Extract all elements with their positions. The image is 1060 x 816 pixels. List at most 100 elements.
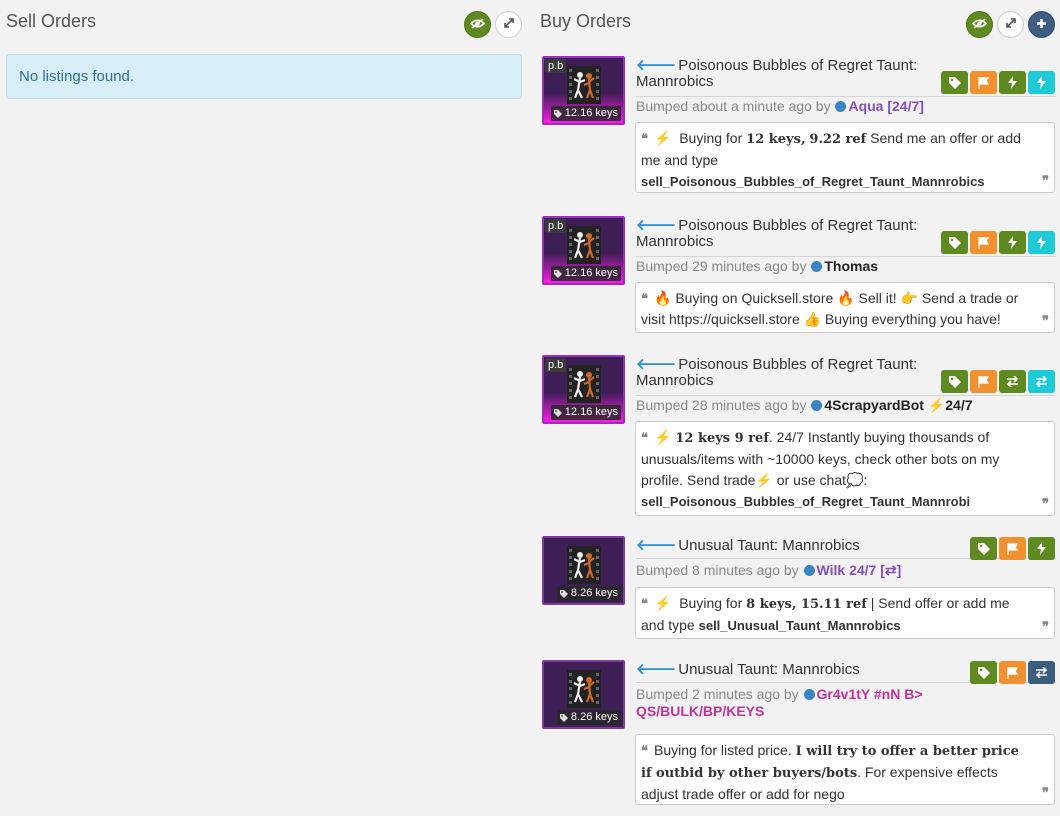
quote-bold: 12 keys [746,132,801,147]
quality-tag: p.b [545,59,567,73]
bumped-text: Bumped 29 minutes ago by [636,258,807,274]
listing-comment: ❝ ⚡ Buying for 12 keys, 9.22 ref Send me … [635,122,1055,193]
exchange-icon [1006,376,1019,387]
quote-bold: , [800,132,806,147]
price-tag-button[interactable] [970,537,997,560]
price-tag-button[interactable] [941,370,968,393]
instant-trade-button[interactable] [1028,537,1055,560]
bumped-text: Bumped 2 minutes ago by [636,686,799,702]
instant-trade-button[interactable] [1028,231,1055,254]
price-text: 12.16 keys [564,267,618,279]
item-thumbnail[interactable]: 8.26 keys [542,536,625,605]
tag-icon [553,408,562,417]
listing-actions [941,370,1055,393]
quote-open-icon: ❝ [641,743,648,758]
bumped-text: Bumped 28 minutes ago by [636,397,807,413]
expand-icon [503,16,515,34]
report-button[interactable] [999,537,1026,560]
price-badge: 12.16 keys [550,405,621,420]
item-title[interactable]: 🡐 Unusual Taunt: Mannrobics [636,538,936,554]
trade-offer-button[interactable] [1028,370,1055,393]
report-button[interactable] [970,71,997,94]
price-badge: 8.26 keys [556,586,621,601]
instant-trade-button[interactable] [999,71,1026,94]
bumped-info: Bumped about a minute ago by Aqua [24/7] [636,98,924,115]
user-link[interactable]: Aqua [24/7] [848,98,923,114]
user-link[interactable]: Thomas [824,258,878,274]
item-title-text: Poisonous Bubbles of Regret Taunt: Mannr… [636,217,918,250]
bolt-icon [1037,236,1046,249]
item-title-text: Unusual Taunt: Mannrobics [678,661,860,678]
price-tag-button[interactable] [941,71,968,94]
toggle-visibility-button[interactable] [966,11,993,38]
quality-tag: p.b [545,358,567,372]
report-button[interactable] [970,370,997,393]
item-title[interactable]: 🡐 Poisonous Bubbles of Regret Taunt: Mann… [636,58,936,90]
item-title[interactable]: 🡐 Poisonous Bubbles of Regret Taunt: Mann… [636,357,936,389]
quote-text: or use chat [776,472,846,488]
item-thumbnail[interactable]: p.b 12.16 keys [542,216,625,285]
item-title-text: Poisonous Bubbles of Regret Taunt: Mannr… [636,57,918,90]
flag-icon [1007,666,1018,679]
report-button[interactable] [970,231,997,254]
tag-icon [553,109,562,118]
price-text: 12.16 keys [564,406,618,418]
bumped-info: Bumped 28 minutes ago by 4ScrapyardBot ⚡… [636,397,973,414]
user-avatar-dot [803,689,815,700]
flag-icon [978,76,989,89]
quote-text: : [863,472,868,488]
divider [636,395,1056,396]
quote-close-icon: ❞ [1042,173,1049,188]
user-avatar-dot [811,261,823,272]
item-thumbnail[interactable]: 8.26 keys [542,660,625,729]
user-avatar-dot [835,101,847,112]
sell-orders-title: Sell Orders [6,11,97,31]
item-thumbnail[interactable]: p.b 12.16 keys [542,355,625,424]
user-link[interactable]: Gr4v1tY #nN B> [817,686,923,702]
flag-icon [1007,542,1018,555]
item-thumbnail[interactable]: p.b 12.16 keys [542,56,625,125]
quality-tag: p.b [545,219,567,233]
user-link[interactable]: 4ScrapyardBot [824,397,924,413]
trade-offer-button[interactable] [1028,661,1055,684]
listing-actions [941,71,1055,94]
listing-actions [941,231,1055,254]
expand-button[interactable] [997,11,1024,38]
report-button[interactable] [999,661,1026,684]
price-tag-button[interactable] [941,231,968,254]
user-link-line2[interactable]: QS/BULK/BP/KEYS [636,703,764,719]
bolt-icon [1037,542,1046,555]
bumped-info: Bumped 29 minutes ago by Thomas [636,258,878,275]
bolt-icon: ⚡ [927,397,946,413]
flag-icon [978,375,989,388]
quote-close-icon: ❞ [1042,619,1049,634]
instant-trade-button[interactable] [999,231,1026,254]
user-avatar-dot [803,565,815,576]
bolt-icon: ⚡ [654,130,672,146]
user-link[interactable]: Wilk 24/7 [⇄] [817,562,902,578]
trade-command: sell_Unusual_Taunt_Mannrobics [698,618,901,633]
chat-bubble-icon: 💭 [846,472,864,488]
toggle-visibility-button[interactable] [464,11,491,38]
listing-comment: ❝ Buying for listed price. I will try to … [635,734,1055,805]
bolt-icon [1008,76,1017,89]
item-title[interactable]: 🡐 Unusual Taunt: Mannrobics [636,662,936,678]
instant-trade-button[interactable] [1028,71,1055,94]
arrow-left-icon: 🡐 [636,57,677,74]
price-tag-button[interactable] [970,661,997,684]
price-text: 8.26 keys [570,711,618,723]
item-title[interactable]: 🡐 Poisonous Bubbles of Regret Taunt: Mann… [636,218,936,250]
trade-offer-button[interactable] [999,370,1026,393]
taunt-figure-icon [567,66,601,104]
quote-bold: 12 keys 9 ref [675,431,769,446]
expand-button[interactable] [495,11,522,38]
arrow-left-icon: 🡐 [636,537,677,554]
quote-text: Buying for [679,130,743,146]
quote-open-icon: ❝ [641,131,648,146]
quote-bold: 9.22 ref [809,132,867,147]
quote-open-icon: ❝ [641,596,648,611]
bumped-text: Bumped about a minute ago by [636,98,831,114]
bolt-icon: ⚡ [654,595,672,611]
listing-comment: ❝ ⚡ 12 keys 9 ref. 24/7 Instantly buying … [635,421,1055,516]
add-listing-button[interactable] [1028,11,1055,38]
